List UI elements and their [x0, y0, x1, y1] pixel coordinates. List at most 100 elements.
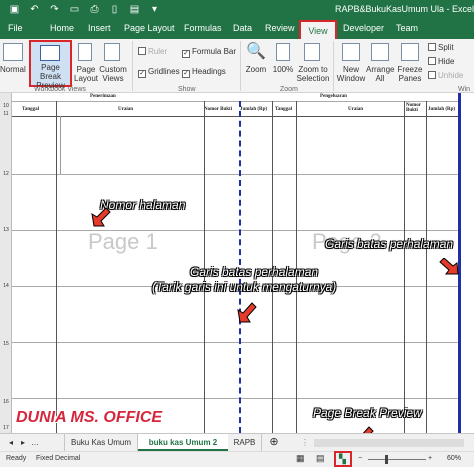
red-arrow-icon	[91, 207, 111, 227]
workbook-views-group-label: Workbook Views	[34, 86, 86, 93]
hide-button[interactable]: Hide	[428, 57, 454, 66]
new-window-button[interactable]: New Window	[336, 65, 366, 83]
zoom-slider[interactable]	[368, 459, 426, 460]
zoom-to-selection-button[interactable]: Zoom to Selection	[296, 65, 330, 83]
row-number[interactable]: 15	[0, 341, 12, 347]
window-group-label: Win	[458, 86, 471, 93]
ribbon-view: Normal Page Break Preview Page Layout Cu…	[0, 39, 474, 93]
page-layout-status-icon[interactable]: ▤	[316, 453, 325, 464]
ruler-checkbox[interactable]: Ruler	[138, 47, 167, 56]
tab-data[interactable]: Data	[233, 23, 252, 33]
print-icon[interactable]: ⎙	[88, 3, 101, 16]
gridline	[12, 174, 460, 175]
red-arrow-icon	[439, 258, 459, 275]
page-layout-icon	[78, 43, 92, 61]
more-sheets-icon[interactable]: …	[30, 434, 40, 451]
freeze-panes-button[interactable]: Freeze Panes	[396, 65, 424, 83]
quick-print-icon[interactable]: ▤	[128, 3, 141, 16]
gridline	[12, 230, 460, 231]
tabs-split-handle[interactable]: ⋮	[300, 434, 310, 451]
sheet-tab-rapb[interactable]: RAPB	[228, 434, 262, 451]
sheet-tab-buku-kas-umum-2[interactable]: buku kas Umum 2	[138, 434, 228, 451]
headings-checkbox[interactable]: ✓ Headings	[182, 67, 226, 78]
row-number[interactable]: 10	[0, 103, 12, 109]
zoom-in-icon[interactable]: +	[428, 455, 432, 462]
arrange-all-button[interactable]: Arrange All	[366, 65, 394, 83]
red-arrow-icon	[237, 302, 257, 323]
header-tanggal-1: Tanggal	[22, 107, 40, 112]
zoom-level[interactable]: 60%	[447, 455, 461, 462]
gridline	[12, 342, 460, 343]
row-number[interactable]: 16	[0, 399, 12, 405]
header-nomor-bukti-2: Nomor Bukti	[406, 103, 421, 113]
tab-insert[interactable]: Insert	[88, 23, 111, 33]
custom-views-icon	[104, 43, 120, 61]
column-line	[60, 116, 61, 174]
normal-view-status-icon[interactable]: ▦	[296, 453, 305, 464]
annotation-nomor-halaman: Nomor halaman	[100, 198, 186, 212]
zoom-button[interactable]: Zoom	[244, 65, 268, 74]
normal-button[interactable]: Normal	[0, 65, 28, 74]
row-number[interactable]: 11	[0, 111, 12, 117]
worksheet-grid[interactable]	[0, 93, 474, 433]
zoom-100-icon	[276, 43, 290, 61]
gridlines-checkbox[interactable]: ✓ Gridlines	[138, 67, 180, 78]
unhide-button[interactable]: Unhide	[428, 71, 463, 80]
zoom-group-label: Zoom	[280, 86, 298, 93]
annotation-page-break-preview: Page Break Preview	[313, 406, 422, 420]
page-break-preview-status-button[interactable]: ▚	[334, 451, 352, 467]
ribbon-separator	[333, 41, 334, 91]
sheet-tabs-bar: ◂ ▸ … Buku Kas Umum buku kas Umum 2 RAPB…	[0, 433, 474, 451]
gridline	[12, 101, 460, 102]
ribbon-separator	[240, 41, 241, 91]
page-break-preview-status-icon: ▚	[339, 454, 346, 464]
tab-team[interactable]: Team	[396, 23, 418, 33]
header-uraian-1: Uraian	[118, 107, 133, 112]
horizontal-scrollbar[interactable]	[314, 439, 464, 447]
annotation-garis-line1: Garis batas perhalaman	[190, 265, 319, 279]
tab-formulas[interactable]: Formulas	[184, 23, 222, 33]
row-number[interactable]: 17	[0, 425, 12, 431]
status-fixed-decimal: Fixed Decimal	[36, 455, 81, 462]
tab-review[interactable]: Review	[265, 23, 295, 33]
row-number[interactable]: 13	[0, 227, 12, 233]
page-break-preview-icon	[40, 45, 60, 61]
tab-developer[interactable]: Developer	[343, 23, 384, 33]
new-file-icon[interactable]: ▯	[108, 3, 121, 16]
redo-icon[interactable]: ↷	[48, 3, 61, 16]
tab-home[interactable]: Home	[50, 23, 74, 33]
gridline	[12, 398, 460, 399]
formula-bar-checkbox[interactable]: ✓ Formula Bar	[182, 47, 236, 58]
header-uraian-2: Uraian	[348, 107, 363, 112]
open-icon[interactable]: ▭	[68, 3, 81, 16]
undo-icon[interactable]: ↶	[28, 3, 41, 16]
row-number[interactable]: 12	[0, 171, 12, 177]
save-icon[interactable]: ▣	[8, 3, 21, 16]
header-jumlah-1: Jumlah (Rp)	[240, 107, 268, 112]
row-number[interactable]: 14	[0, 283, 12, 289]
zoom-slider-thumb[interactable]	[385, 455, 388, 464]
split-button[interactable]: Split	[428, 43, 454, 52]
arrange-all-icon	[371, 43, 389, 61]
ribbon-tabs: File Home Insert Page Layout Formulas Da…	[0, 20, 474, 39]
zoom-out-icon[interactable]: −	[358, 455, 362, 462]
header-nomor-bukti-1: Nomor Bukti	[204, 107, 233, 112]
page-break-preview-button[interactable]: Page Break Preview	[29, 40, 72, 90]
tab-view[interactable]: View	[299, 20, 337, 39]
tab-page-layout[interactable]: Page Layout	[124, 23, 175, 33]
tab-file[interactable]: File	[8, 23, 23, 33]
sheet-tab-buku-kas-umum[interactable]: Buku Kas Umum	[64, 434, 138, 451]
customize-qat-icon[interactable]: ▾	[148, 3, 161, 16]
status-ready: Ready	[6, 455, 27, 462]
page-layout-button[interactable]: Page Layout	[74, 65, 98, 83]
scroll-left-icon[interactable]: ◂	[6, 434, 16, 451]
page-1-label: Page 1	[88, 229, 158, 254]
header-jumlah-2: Jumlah (Rp)	[428, 107, 456, 112]
custom-views-button[interactable]: Custom Views	[98, 65, 128, 83]
scroll-right-icon[interactable]: ▸	[18, 434, 28, 451]
normal-view-icon	[3, 43, 23, 61]
header-pengeluaran: Pengeluaran	[320, 94, 347, 99]
row-headers: 10 11 12 13 14 15 16 17	[0, 93, 12, 433]
add-sheet-icon[interactable]: ⊕	[266, 434, 282, 451]
zoom-100-button[interactable]: 100%	[271, 65, 295, 74]
